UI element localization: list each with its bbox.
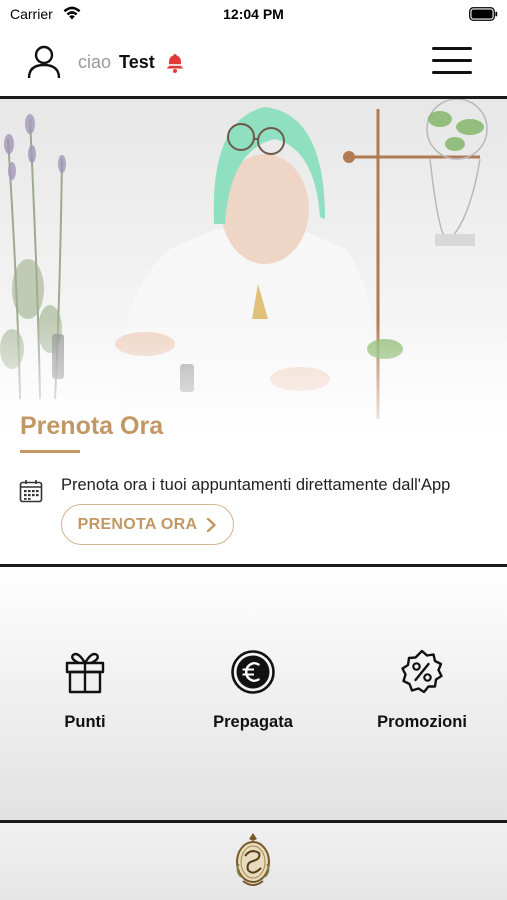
footer (0, 823, 507, 900)
book-now-button[interactable]: PRENOTA ORA (61, 504, 234, 545)
prepaid-shortcut[interactable]: Prepagata (178, 649, 328, 732)
chevron-right-icon (207, 517, 217, 532)
booking-description: Prenota ora i tuoi appuntamenti direttam… (61, 476, 451, 494)
status-bar: Carrier 12:04 PM (0, 0, 507, 28)
user-name: Test (119, 52, 155, 72)
discount-badge-icon (401, 649, 443, 694)
user-profile-icon[interactable] (26, 44, 62, 80)
greeting-prefix: ciao (78, 52, 112, 72)
menu-bar-icon (432, 59, 472, 62)
app-header: ciao Test (0, 28, 507, 96)
hamburger-menu-button[interactable] (432, 47, 472, 77)
title-underline (20, 450, 80, 453)
feature-shortcuts: Punti Prepagata Promozioni (0, 567, 507, 820)
euro-icon (231, 650, 275, 694)
gift-icon (65, 652, 105, 694)
book-now-label: PRENOTA ORA (77, 515, 198, 533)
battery-icon (469, 7, 498, 21)
calendar-icon (19, 480, 43, 503)
menu-bar-icon (432, 47, 472, 50)
prepaid-label: Prepagata (213, 713, 293, 731)
booking-hero: Prenota Ora Prenota ora i tuoi appuntame… (0, 99, 507, 564)
brand-monogram-logo (236, 833, 270, 886)
promotions-shortcut[interactable]: Promozioni (347, 649, 497, 732)
points-shortcut[interactable]: Punti (10, 649, 160, 732)
booking-title: Prenota Ora (20, 412, 164, 440)
greeting: ciao Test (78, 52, 155, 73)
bell-icon[interactable] (164, 52, 186, 74)
clock: 12:04 PM (223, 6, 284, 22)
points-label: Punti (64, 713, 106, 731)
promotions-label: Promozioni (377, 713, 467, 731)
menu-bar-icon (432, 71, 472, 74)
